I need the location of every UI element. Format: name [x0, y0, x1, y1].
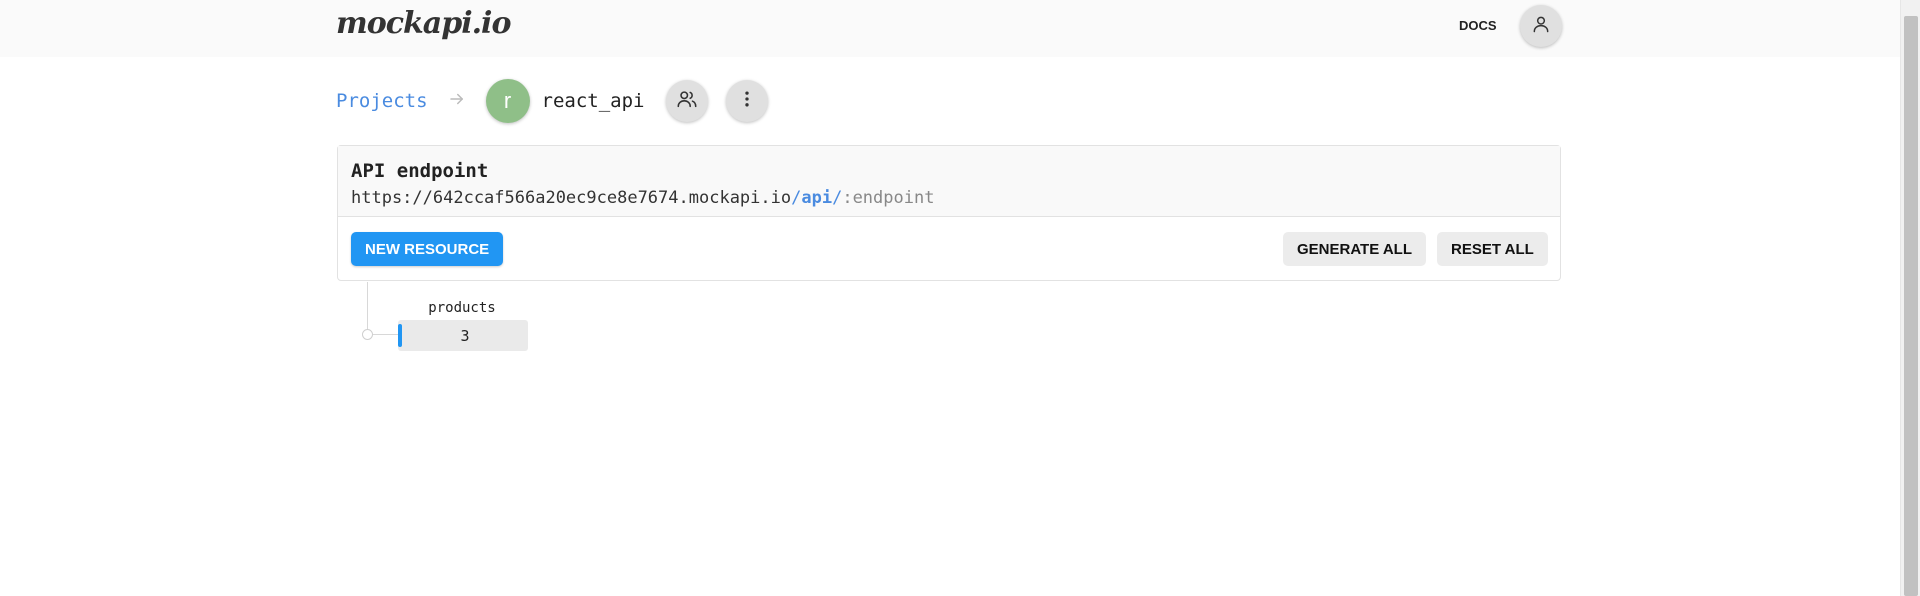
api-endpoint-url[interactable]: https://642ccaf566a20ec9ce8e7674.mockapi… [351, 188, 1547, 208]
project-more-button[interactable] [726, 80, 769, 122]
api-endpoint-title: API endpoint [351, 160, 489, 182]
url-api-prefix: api [801, 188, 833, 208]
breadcrumb-projects-link[interactable]: Projects [336, 90, 428, 112]
more-vertical-icon [737, 89, 757, 113]
api-endpoint-card: API endpoint https://642ccaf566a20ec9ce8… [337, 145, 1561, 281]
scrollbar-thumb[interactable] [1904, 16, 1918, 596]
resource-item-products[interactable]: 3 [398, 320, 528, 351]
api-endpoint-actions: NEW RESOURCE GENERATE ALL RESET ALL [338, 217, 1560, 281]
url-slash: / [791, 188, 802, 208]
user-menu-button[interactable] [1520, 5, 1562, 47]
url-endpoint-placeholder: :endpoint [842, 188, 935, 208]
project-name: react_api [541, 90, 645, 112]
resource-name: products [428, 300, 496, 316]
generate-all-button[interactable]: GENERATE ALL [1283, 232, 1426, 266]
tree-connector [367, 282, 368, 334]
users-icon [676, 88, 698, 114]
url-base: https://642ccaf566a20ec9ce8e7674.mockapi… [351, 188, 792, 208]
logo[interactable]: mockapi.io [336, 6, 511, 41]
breadcrumb: Projects r react_api [336, 78, 769, 124]
api-endpoint-header: API endpoint https://642ccaf566a20ec9ce8… [338, 146, 1560, 217]
top-navbar: mockapi.io DOCS [0, 0, 1900, 57]
resource-count: 3 [460, 327, 470, 345]
url-slash: / [832, 188, 843, 208]
user-icon [1531, 14, 1551, 38]
project-avatar[interactable]: r [485, 79, 530, 123]
new-resource-button[interactable]: NEW RESOURCE [351, 232, 504, 266]
collaborators-button[interactable] [666, 80, 709, 122]
reset-all-button[interactable]: RESET ALL [1437, 232, 1548, 266]
arrow-right-icon [448, 90, 466, 113]
docs-link[interactable]: DOCS [1459, 18, 1497, 33]
scrollbar[interactable] [1900, 0, 1920, 596]
tree-node [362, 329, 373, 340]
tree-branch [372, 334, 398, 335]
